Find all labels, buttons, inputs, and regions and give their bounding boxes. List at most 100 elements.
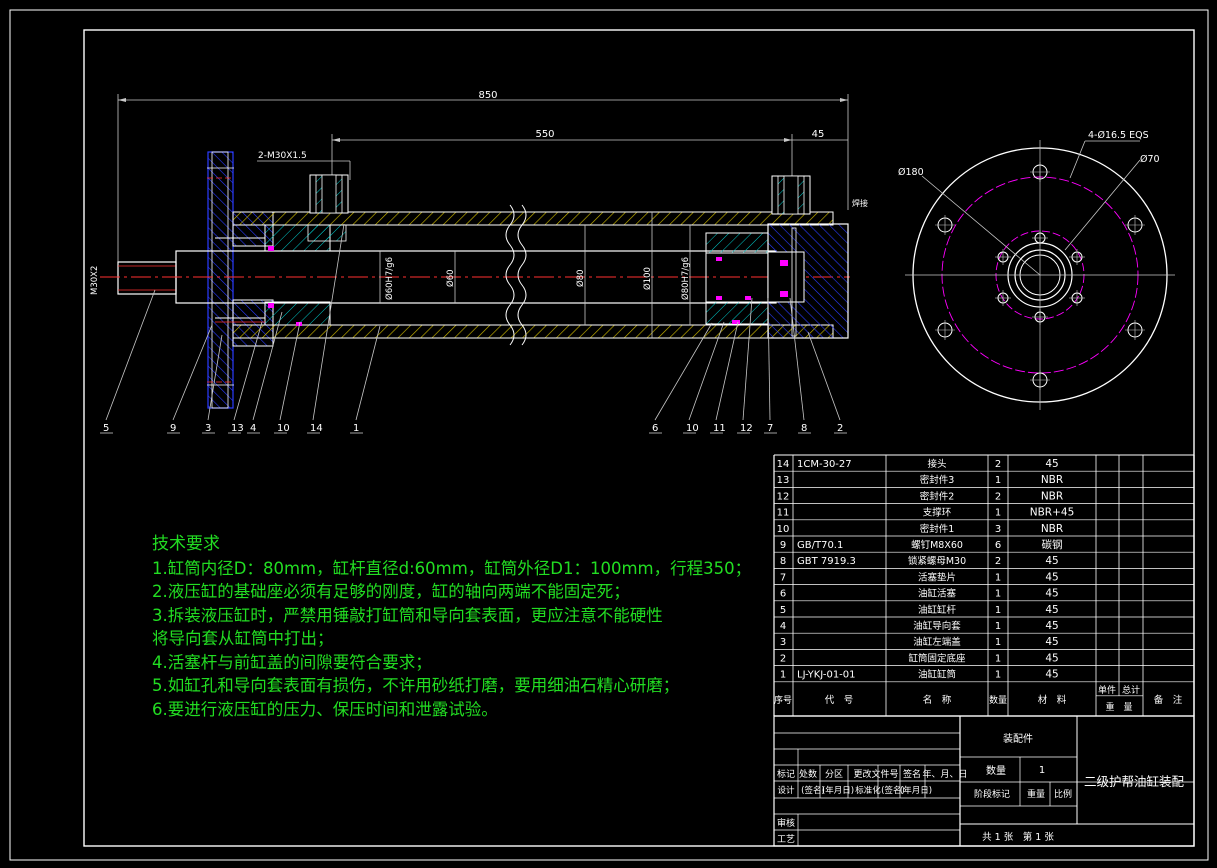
flange-end-view: 4-Ø16.5 EQS Ø180 Ø70 bbox=[898, 130, 1175, 410]
tb-stage-mark: 阶段标记 bbox=[974, 788, 1010, 800]
bom-name: 密封件2 bbox=[920, 490, 955, 502]
bom-material: 45 bbox=[1045, 555, 1058, 567]
balloon-label: 1 bbox=[353, 423, 359, 434]
bom-name: 锁紧螺母M30 bbox=[908, 555, 966, 567]
bom-qty: 3 bbox=[995, 524, 1001, 535]
tb-qty-value: 1 bbox=[1039, 765, 1045, 776]
bom-name: 密封件1 bbox=[920, 523, 955, 535]
tb-drawing-name: 二级护帮油缸装配 bbox=[1084, 774, 1185, 789]
bom-material: NBR bbox=[1041, 490, 1063, 502]
balloon-label: 7 bbox=[767, 423, 773, 434]
bom-h-weight: 重 量 bbox=[1105, 701, 1132, 713]
dim-45: 45 bbox=[812, 129, 825, 140]
bom-h-remark: 备 注 bbox=[1154, 694, 1183, 706]
tb-sheet-info: 共 1 张 第 1 张 bbox=[982, 831, 1054, 843]
balloon-label: 14 bbox=[310, 423, 323, 434]
balloon-label: 10 bbox=[277, 423, 290, 434]
bom-material: 45 bbox=[1045, 620, 1058, 632]
balloon-label: 2 bbox=[837, 423, 843, 434]
bom-no: 3 bbox=[780, 637, 786, 648]
balloon-label: 12 bbox=[740, 423, 753, 434]
tech-item: 6.要进行液压缸的压力、保压时间和泄露试验。 bbox=[152, 699, 498, 719]
tb-mark-cell: 标记 bbox=[777, 768, 795, 780]
bom-name: 油缸导向套 bbox=[913, 620, 961, 632]
bom-material: 45 bbox=[1045, 588, 1058, 600]
bom-table: 14 1CM-30-27 接头 2 4513 密封件3 1 NBR12 密封件2 2 NBR11 支撑… bbox=[773, 454, 1195, 717]
bom-no: 9 bbox=[780, 540, 786, 551]
bom-no: 4 bbox=[780, 621, 786, 632]
bom-h-material: 材 料 bbox=[1038, 694, 1067, 706]
tb-row-mark: 标记 处数 分区 更改文件号 签名 年、月、日 bbox=[777, 768, 968, 780]
bom-qty: 1 bbox=[995, 572, 1001, 583]
bom-material: 45 bbox=[1045, 669, 1058, 681]
dim-rod-fit: Ø60H7/g6 bbox=[384, 257, 395, 300]
balloon-label: 9 bbox=[170, 423, 176, 434]
dim-flange-dia: Ø180 bbox=[898, 167, 924, 178]
dim-bore-fit: Ø80H7/g6 bbox=[680, 257, 691, 300]
bom-name: 接头 bbox=[927, 458, 946, 470]
tech-title: 技术要求 bbox=[152, 534, 220, 554]
bom-h-qty: 数量 bbox=[989, 694, 1007, 706]
tb-weight: 重量 bbox=[1027, 788, 1045, 800]
bom-h-name: 名 称 bbox=[923, 694, 952, 706]
bom-no: 12 bbox=[777, 491, 790, 502]
weld-note: 焊接 bbox=[852, 198, 868, 208]
tb-scale: 比例 bbox=[1054, 788, 1072, 800]
bom-no: 13 bbox=[777, 475, 790, 486]
bom-material: NBR bbox=[1041, 523, 1063, 535]
bom-qty: 1 bbox=[995, 653, 1001, 664]
bom-no: 1 bbox=[780, 670, 786, 681]
bom-qty: 1 bbox=[995, 589, 1001, 600]
bom-qty: 2 bbox=[995, 491, 1001, 502]
tb-design-cell: (年月日) bbox=[822, 785, 854, 796]
balloon-label: 8 bbox=[801, 423, 807, 434]
tb-review: 审核 bbox=[777, 817, 795, 829]
bom-qty: 1 bbox=[995, 621, 1001, 632]
tb-qty-label: 数量 bbox=[986, 764, 1006, 777]
bom-qty: 1 bbox=[995, 637, 1001, 648]
bom-no: 10 bbox=[777, 524, 790, 535]
bom-h-code: 代 号 bbox=[825, 695, 854, 706]
dim-pcd-dia: Ø70 bbox=[1140, 154, 1160, 165]
dim-outer-dia: Ø100 bbox=[642, 267, 653, 290]
bom-name: 油缸缸筒 bbox=[918, 669, 956, 681]
bom-name: 油缸左端盖 bbox=[913, 636, 961, 648]
bom-code: GB/T70.1 bbox=[797, 540, 843, 551]
dim-rod-dia: Ø60 bbox=[445, 269, 456, 287]
tb-mark-cell: 年、月、日 bbox=[922, 768, 967, 780]
bom-material: NBR bbox=[1041, 474, 1063, 486]
bom-qty: 1 bbox=[995, 475, 1001, 486]
bom-code: GBT 7919.3 bbox=[797, 556, 856, 567]
cylinder-section-view: 850 550 45 2-M30X1.5 Ø60H7/g6 Ø60 Ø80 Ø1… bbox=[90, 90, 868, 434]
tb-design-cell: (年月日) bbox=[900, 785, 932, 796]
bom-material: 45 bbox=[1045, 458, 1058, 470]
tech-item: 将导向套从缸筒中打出； bbox=[152, 629, 334, 648]
balloon-label: 4 bbox=[250, 423, 256, 434]
bom-name: 支撑环 bbox=[923, 507, 952, 519]
tech-item: 2.液压缸的基础座必须有足够的刚度，缸的轴向两端不能固定死； bbox=[152, 582, 630, 601]
bom-name: 油缸活塞 bbox=[918, 588, 957, 600]
outer-border bbox=[9, 9, 1209, 861]
bom-material: 45 bbox=[1045, 652, 1058, 664]
bom-material: 45 bbox=[1045, 636, 1058, 648]
tb-mark-cell: 分区 bbox=[825, 769, 843, 780]
tb-row-design: 设计 (签名)(年月日) 标准化 (签名)(年月日) bbox=[777, 785, 932, 796]
bom-qty: 1 bbox=[995, 605, 1001, 616]
tech-requirements: 技术要求 1.缸筒内径D：80mm，缸杆直径d:60mm，缸筒外径D1：100m… bbox=[152, 533, 751, 721]
bom-name: 油缸缸杆 bbox=[918, 604, 957, 616]
bom-name: 密封件3 bbox=[920, 474, 955, 486]
tb-assembly-label: 装配件 bbox=[1003, 732, 1033, 745]
tb-mark-cell: 更改文件号 bbox=[853, 768, 898, 780]
dim-bolt-holes: 4-Ø16.5 EQS bbox=[1088, 130, 1149, 141]
bom-h-total: 总计 bbox=[1122, 684, 1140, 696]
drawing-canvas: 850 550 45 2-M30X1.5 Ø60H7/g6 Ø60 Ø80 Ø1… bbox=[9, 9, 1209, 861]
dim-850: 850 bbox=[478, 90, 497, 101]
bom-no: 8 bbox=[780, 556, 786, 567]
dim-550: 550 bbox=[535, 129, 554, 140]
bom-h-unit: 单件 bbox=[1098, 684, 1116, 696]
bom-no: 7 bbox=[780, 572, 786, 583]
dim-port-thread: 2-M30X1.5 bbox=[258, 151, 307, 161]
tb-process: 工艺 bbox=[777, 834, 795, 845]
bom-qty: 2 bbox=[995, 556, 1001, 567]
tech-item: 1.缸筒内径D：80mm，缸杆直径d:60mm，缸筒外径D1：100mm，行程3… bbox=[152, 558, 752, 578]
